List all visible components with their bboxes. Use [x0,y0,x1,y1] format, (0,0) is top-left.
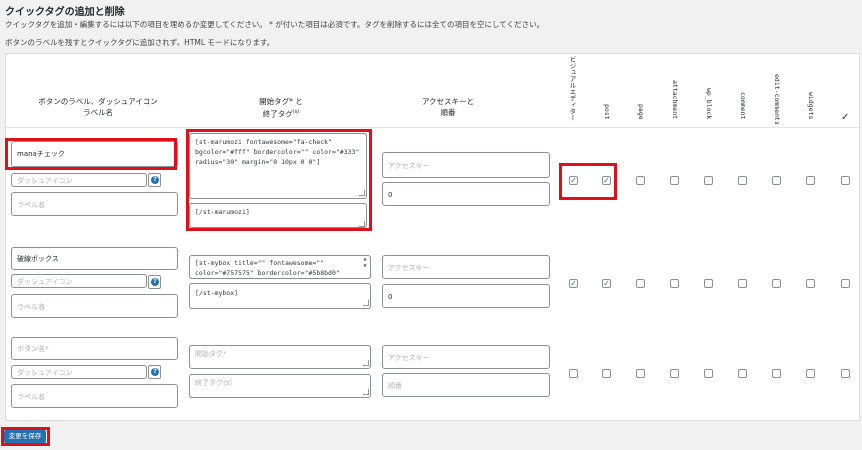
access-key-input[interactable]: アクセスキー [382,345,550,369]
start-tag-textarea[interactable]: 開始タグ* [189,345,371,369]
access-key-input[interactable]: アクセスキー [382,152,550,178]
header-tags-line2: 終了タグ [262,109,293,119]
header-access-key-line1: アクセスキーと [421,97,475,106]
checkbox-widgets[interactable] [806,279,815,288]
page-title: クイックタグの追加と削除 [5,7,125,18]
checkbox-comment[interactable] [738,369,747,378]
header-visual-editor: ビジュアルエディター [568,56,576,121]
header-button-label-line1: ボタンのラベル、ダッシュアイコン [38,97,158,106]
resize-handle[interactable] [363,300,369,306]
header-attachment: attachment [671,80,679,120]
scroll-spinner[interactable]: ▲ ▼ [362,255,368,273]
button-label-input[interactable]: ボタン名* [11,337,178,360]
header-post: post [603,104,611,120]
checkbox-post[interactable] [602,369,611,378]
label-name-input[interactable]: ラベル名 [11,192,178,216]
checkbox-attachment[interactable] [670,279,679,288]
header-edit-comments: edit-comments [773,74,781,125]
end-tag-textarea[interactable]: [/st-mybox] [189,283,371,309]
checkbox-all[interactable] [841,279,850,288]
checkbox-all[interactable] [841,369,850,378]
dashicon-input[interactable]: ダッシュアイコン [11,365,147,379]
end-tag-textarea[interactable]: 終了タグ(s) [189,374,371,398]
checkbox-edit-comments[interactable] [772,369,781,378]
highlight-tags [186,129,372,231]
quicktags-table: ボタンのラベル、ダッシュアイコン ラベル名 開始タグ* と 終了タグ(s) アク… [5,53,860,421]
checkbox-post[interactable]: ✓ [602,279,611,288]
highlight-checkboxes [559,163,617,200]
header-button-label-line2: ラベル名 [83,108,113,117]
header-tags: 開始タグ* と 終了タグ(s) [216,96,346,120]
description-line-2: ボタンのラベルを残すとクイックタグに追加されず、HTML モードになります。 [5,38,275,47]
save-changes-button[interactable]: 変更を保存 [4,430,46,443]
highlight-button-label [5,138,177,170]
checkbox-visual[interactable]: ✓ [569,279,578,288]
header-button-label: ボタンのラベル、ダッシュアイコン ラベル名 [18,96,178,118]
checkbox-wp-block[interactable] [704,369,713,378]
checkbox-wp-block[interactable] [704,176,713,185]
order-input[interactable]: 順番 [382,373,550,397]
header-divider [6,127,859,128]
header-tags-line1: 開始タグ* と [259,97,303,106]
dashicon-help-button[interactable]: ? [148,365,161,379]
order-input[interactable]: 0 [382,182,550,206]
checkbox-edit-comments[interactable] [772,279,781,288]
checkbox-page[interactable] [636,176,645,185]
header-access-key-line2: 順番 [440,108,456,117]
button-label-input[interactable]: 破線ボックス [11,247,178,270]
checkbox-wp-block[interactable] [704,279,713,288]
checkbox-page[interactable] [636,369,645,378]
checkbox-attachment[interactable] [670,176,679,185]
help-icon: ? [151,176,159,184]
checkbox-visual[interactable] [569,369,578,378]
description-line-1: クイックタグを追加・編集するには以下の項目を埋めるか変更してください。 * が付… [5,20,545,29]
access-key-input[interactable]: アクセスキー [382,255,550,279]
checkbox-attachment[interactable] [670,369,679,378]
checkbox-widgets[interactable] [806,369,815,378]
resize-handle[interactable] [363,389,369,395]
dashicon-input[interactable]: ダッシュアイコン [11,173,147,187]
checkbox-comment[interactable] [738,279,747,288]
checkbox-all[interactable] [841,176,850,185]
checkbox-page[interactable] [636,279,645,288]
header-widgets: widgets [807,92,815,120]
checkbox-edit-comments[interactable] [772,176,781,185]
order-input[interactable]: 0 [382,284,550,308]
label-name-input[interactable]: ラベル名 [11,384,178,408]
checkbox-widgets[interactable] [806,176,815,185]
help-icon: ? [151,278,159,286]
checkbox-comment[interactable] [738,176,747,185]
resize-handle[interactable] [363,360,369,366]
dashicon-help-button[interactable]: ? [148,173,161,187]
header-access-key: アクセスキーと 順番 [388,96,508,118]
header-wp-block: wp_block [705,88,713,120]
start-tag-textarea[interactable]: [st-mybox title="" fontawesome="" color=… [189,255,371,279]
check-all-icon[interactable]: ✓ [841,112,849,123]
header-tags-sup: (s) [292,109,300,115]
dashicon-input[interactable]: ダッシュアイコン [11,274,147,288]
label-name-input[interactable]: ラベル名 [11,294,178,318]
header-comment: comment [739,92,747,120]
header-page: page [637,104,645,120]
dashicon-help-button[interactable]: ? [148,275,161,289]
help-icon: ? [151,368,159,376]
